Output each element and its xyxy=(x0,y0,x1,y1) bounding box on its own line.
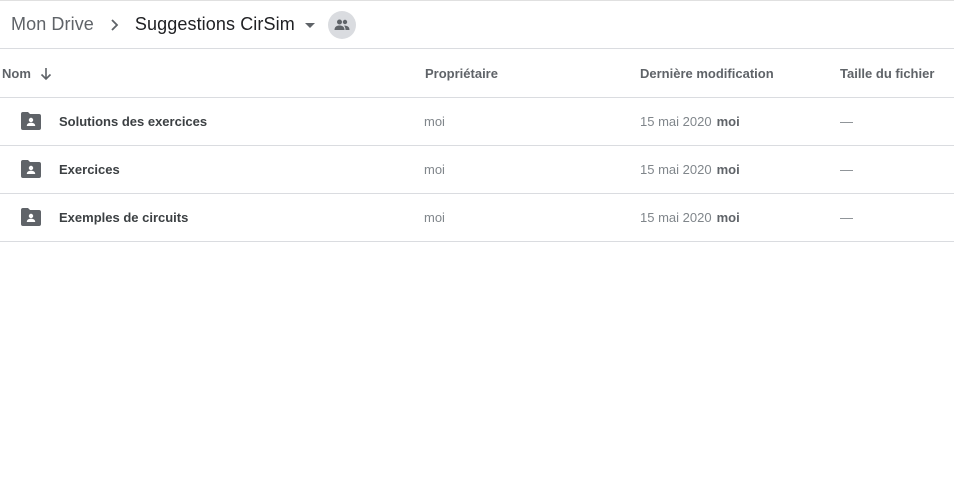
file-modified-date: 15 mai 2020 xyxy=(640,162,712,177)
shared-folder-icon xyxy=(21,112,41,130)
chevron-right-icon xyxy=(106,17,122,33)
file-modified-date: 15 mai 2020 xyxy=(640,114,712,129)
file-modified: 15 mai 2020 moi xyxy=(640,194,740,241)
table-row[interactable]: Solutions des exercices moi 15 mai 2020 … xyxy=(0,98,954,146)
breadcrumb-current-folder[interactable]: Suggestions CirSim xyxy=(135,14,316,35)
file-owner: moi xyxy=(424,162,445,177)
drive-folder-view: Mon Drive Suggestions CirSim Nom Proprié… xyxy=(0,0,954,484)
file-owner: moi xyxy=(424,210,445,225)
table-row[interactable]: Exemples de circuits moi 15 mai 2020 moi… xyxy=(0,194,954,242)
breadcrumb-root[interactable]: Mon Drive xyxy=(11,14,94,35)
file-list-header: Nom Propriétaire Dernière modification T… xyxy=(0,50,954,98)
file-owner: moi xyxy=(424,114,445,129)
file-name: Solutions des exercices xyxy=(59,114,208,129)
file-size: — xyxy=(840,114,853,129)
shared-folder-icon xyxy=(21,208,41,226)
column-header-modified[interactable]: Dernière modification xyxy=(640,50,774,97)
file-modified: 15 mai 2020 moi xyxy=(640,146,740,193)
file-list: Solutions des exercices moi 15 mai 2020 … xyxy=(0,98,954,242)
file-name: Exemples de circuits xyxy=(59,210,189,225)
file-size: — xyxy=(840,210,853,225)
column-header-owner[interactable]: Propriétaire xyxy=(425,50,498,97)
file-name: Exercices xyxy=(59,162,120,177)
column-header-size[interactable]: Taille du fichier xyxy=(840,50,934,97)
caret-down-icon xyxy=(304,19,316,31)
file-modified: 15 mai 2020 moi xyxy=(640,98,740,145)
arrow-down-icon[interactable] xyxy=(39,67,53,81)
file-size: — xyxy=(840,162,853,177)
file-modified-by: moi xyxy=(716,210,740,225)
file-modified-by: moi xyxy=(716,114,740,129)
shared-people-button[interactable] xyxy=(327,10,356,39)
shared-folder-icon xyxy=(21,160,41,178)
table-row[interactable]: Exercices moi 15 mai 2020 moi — xyxy=(0,146,954,194)
file-modified-by: moi xyxy=(716,162,740,177)
column-header-name-label: Nom xyxy=(2,66,31,81)
breadcrumb-current-label: Suggestions CirSim xyxy=(134,14,295,34)
people-icon xyxy=(334,19,350,31)
column-header-name[interactable]: Nom xyxy=(2,50,53,97)
breadcrumb: Mon Drive Suggestions CirSim xyxy=(0,1,954,49)
file-modified-date: 15 mai 2020 xyxy=(640,210,712,225)
